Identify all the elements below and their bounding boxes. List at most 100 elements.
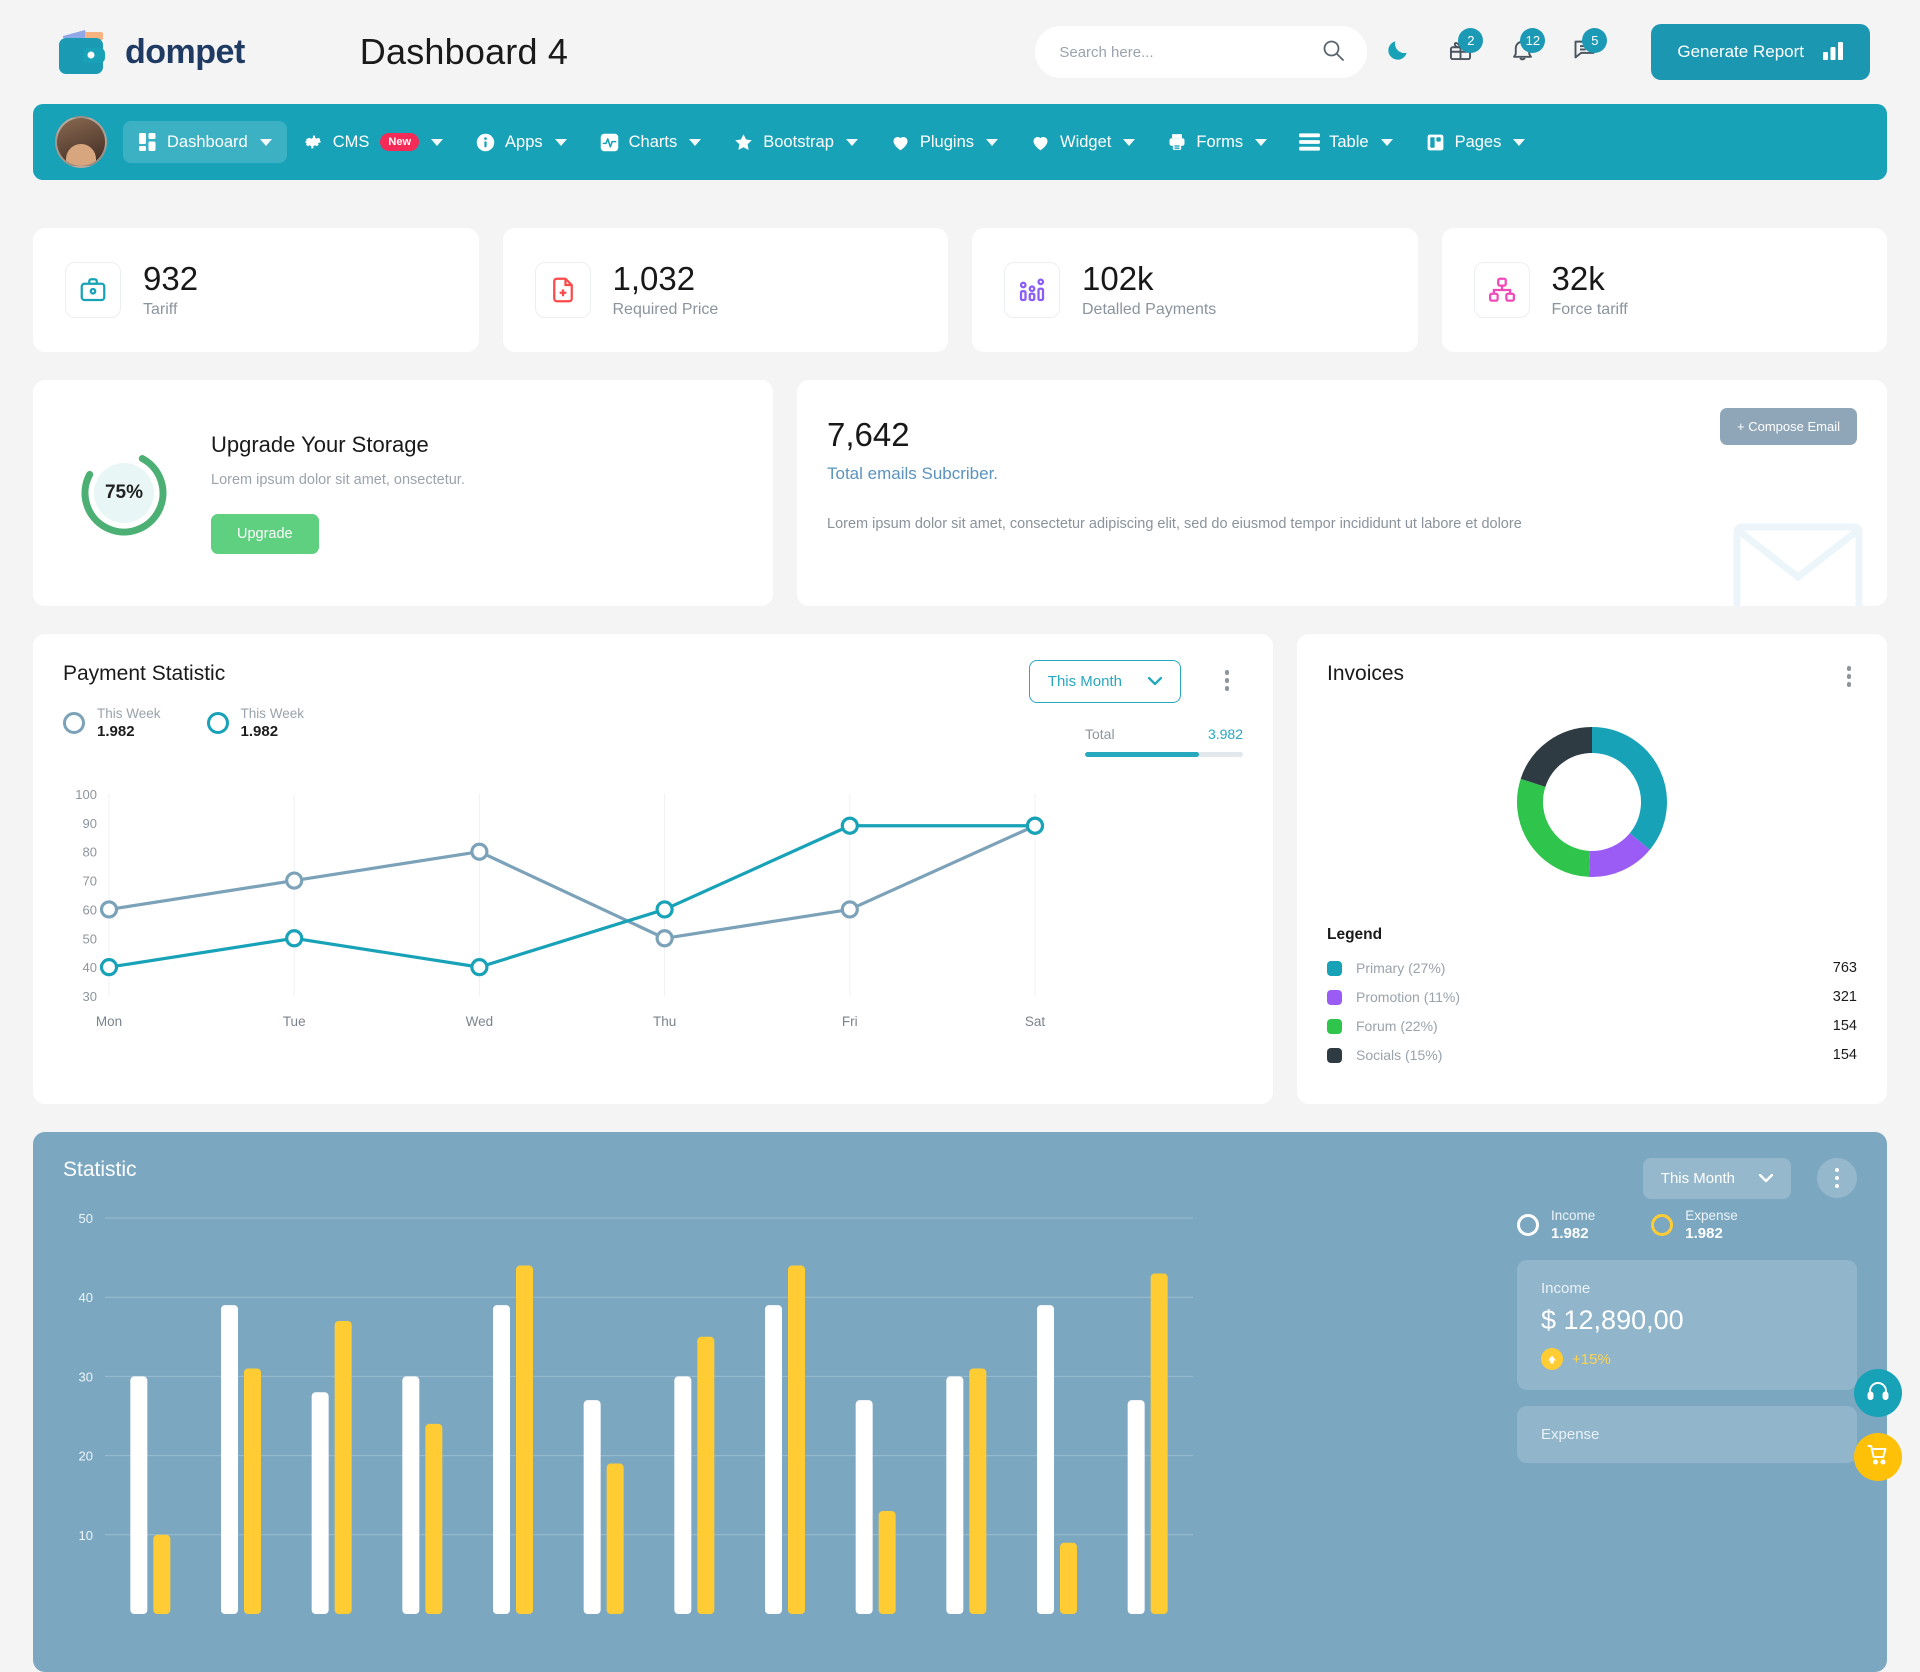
info-icon <box>475 132 496 153</box>
chevron-down-icon <box>259 138 272 146</box>
payment-more-menu[interactable] <box>1224 670 1229 691</box>
avatar[interactable] <box>55 116 107 168</box>
svg-text:90: 90 <box>83 816 97 831</box>
legend-ring-icon <box>206 712 229 734</box>
stat-cards-row: 932 Tariff 1,032 Required Price 102k Det… <box>33 228 1887 352</box>
expense-card: Expense <box>1517 1406 1857 1463</box>
legend-amount: 154 <box>1832 1018 1857 1034</box>
legend-item[interactable]: Expense 1.982 <box>1651 1208 1738 1242</box>
book-icon <box>1425 132 1446 153</box>
income-delta: +15% <box>1541 1348 1833 1370</box>
legend-item[interactable]: This Week 1.982 <box>63 706 161 740</box>
legend-row[interactable]: Primary (27%) 763 <box>1327 960 1857 976</box>
svg-text:Mon: Mon <box>96 1014 122 1029</box>
statistic-more-menu[interactable] <box>1817 1158 1857 1198</box>
svg-text:10: 10 <box>79 1528 93 1543</box>
payment-statistic-card: Payment Statistic This Week 1.982 This W… <box>33 634 1273 1104</box>
nav-label: Table <box>1329 132 1369 151</box>
payment-legend: This Week 1.982 This Week 1.982 <box>63 706 1243 740</box>
legend-label: Forum (22%) <box>1356 1018 1438 1034</box>
stat-card-force-tariff[interactable]: 32k Force tariff <box>1441 228 1887 352</box>
dark-mode-toggle[interactable] <box>1367 26 1429 78</box>
svg-text:Fri: Fri <box>842 1014 858 1029</box>
list-icon <box>1299 133 1321 151</box>
gifts-button[interactable]: 2 <box>1429 26 1491 78</box>
chevron-down-icon <box>1123 138 1136 146</box>
chevron-down-icon <box>845 138 858 146</box>
stat-card-required-price[interactable]: 1,032 Required Price <box>502 228 948 352</box>
payment-total: Total 3.982 <box>1085 726 1243 757</box>
svg-text:70: 70 <box>83 874 97 889</box>
income-label: Income <box>1541 1280 1591 1297</box>
support-fab[interactable] <box>1854 1369 1902 1417</box>
generate-report-button[interactable]: Generate Report <box>1651 24 1870 80</box>
payment-month-select[interactable]: This Month <box>1028 660 1181 703</box>
nav-item-forms[interactable]: Forms <box>1152 121 1282 163</box>
stat-card-tariff[interactable]: 932 Tariff <box>33 228 479 352</box>
storage-card: 75% Upgrade Your Storage Lorem ipsum dol… <box>33 380 773 606</box>
income-amount: $ 12,890,00 <box>1541 1305 1684 1335</box>
stat-value: 932 <box>143 259 199 297</box>
legend-row[interactable]: Promotion (11%) 321 <box>1327 989 1857 1005</box>
generate-report-label: Generate Report <box>1677 42 1804 61</box>
statistic-right-panel: Income 1.982 Expense 1.982 Income $ 12,8… <box>1517 1208 1857 1648</box>
stat-label: Tariff <box>143 301 178 319</box>
legend-item[interactable]: Income 1.982 <box>1517 1208 1595 1242</box>
stat-value: 32k <box>1551 259 1605 297</box>
stat-label: Detalled Payments <box>1082 301 1217 319</box>
nav-label: Apps <box>505 132 543 151</box>
svg-text:50: 50 <box>83 931 97 946</box>
logo[interactable]: dompet <box>55 26 245 78</box>
stat-card-detailed-payments[interactable]: 102k Detalled Payments <box>972 228 1418 352</box>
search-input[interactable] <box>1059 43 1322 61</box>
statistic-legend: Income 1.982 Expense 1.982 <box>1517 1208 1857 1242</box>
legend-item[interactable]: This Week 1.982 <box>206 706 304 740</box>
statistic-body: 10 20 30 40 50 Income 1.982 Expense 1.98… <box>63 1208 1857 1648</box>
stat-value: 1,032 <box>612 259 696 297</box>
svg-text:40: 40 <box>83 960 97 975</box>
svg-text:30: 30 <box>79 1369 93 1384</box>
invoices-legend-title: Legend <box>1327 926 1383 943</box>
payment-line-chart: 30 40 50 60 70 80 90 100 Mon Tue Wed Thu Fri Sat <box>75 787 1045 1029</box>
gift-badge: 2 <box>1458 28 1484 53</box>
svg-text:20: 20 <box>79 1449 93 1464</box>
logo-text: dompet <box>125 32 245 71</box>
legend-label: Socials (15%) <box>1356 1047 1443 1063</box>
messages-button[interactable]: 5 <box>1553 26 1615 78</box>
sitemap-icon <box>1473 262 1530 318</box>
nav-item-bootstrap[interactable]: Bootstrap <box>718 121 873 164</box>
invoices-title: Invoices <box>1327 662 1405 685</box>
chart-row: Payment Statistic This Week 1.982 This W… <box>33 634 1887 1104</box>
nav-item-pages[interactable]: Pages <box>1410 121 1541 164</box>
cart-fab[interactable] <box>1854 1433 1902 1481</box>
upgrade-button[interactable]: Upgrade <box>211 514 319 554</box>
invoices-more-menu[interactable] <box>1846 666 1851 687</box>
email-description: Lorem ipsum dolor sit amet, consectetur … <box>827 516 1522 532</box>
nav-item-dashboard[interactable]: Dashboard <box>123 121 287 163</box>
legend-row[interactable]: Forum (22%) 154 <box>1327 1018 1857 1034</box>
nav-item-table[interactable]: Table <box>1284 122 1407 163</box>
nav-item-apps[interactable]: Apps <box>460 121 582 164</box>
notifications-button[interactable]: 12 <box>1491 26 1553 78</box>
search-box[interactable] <box>1035 26 1368 78</box>
invoices-donut-chart <box>1517 727 1667 877</box>
storage-percent: 75% <box>104 482 144 503</box>
svg-text:Tue: Tue <box>283 1014 306 1029</box>
legend-swatch <box>1327 960 1342 976</box>
compose-email-button[interactable]: + Compose Email <box>1720 408 1857 445</box>
legend-row[interactable]: Socials (15%) 154 <box>1327 1047 1857 1063</box>
legend-label: This Week <box>97 706 161 721</box>
legend-value: 1.982 <box>240 723 279 740</box>
search-icon[interactable] <box>1321 38 1345 67</box>
statistic-panel: Statistic This Month 10 20 30 40 50 Inco… <box>33 1132 1887 1672</box>
nav-item-plugins[interactable]: Plugins <box>875 121 1013 164</box>
nav-item-charts[interactable]: Charts <box>584 121 717 164</box>
total-progress-bar <box>1085 752 1243 757</box>
nav-item-cms[interactable]: CMS New <box>289 121 458 163</box>
legend-amount: 321 <box>1832 989 1857 1005</box>
statistic-month-select[interactable]: This Month <box>1642 1158 1791 1199</box>
nav-label: Forms <box>1196 132 1244 151</box>
svg-text:Thu: Thu <box>653 1014 676 1029</box>
briefcase-icon <box>65 262 121 318</box>
nav-item-widget[interactable]: Widget <box>1015 121 1150 164</box>
